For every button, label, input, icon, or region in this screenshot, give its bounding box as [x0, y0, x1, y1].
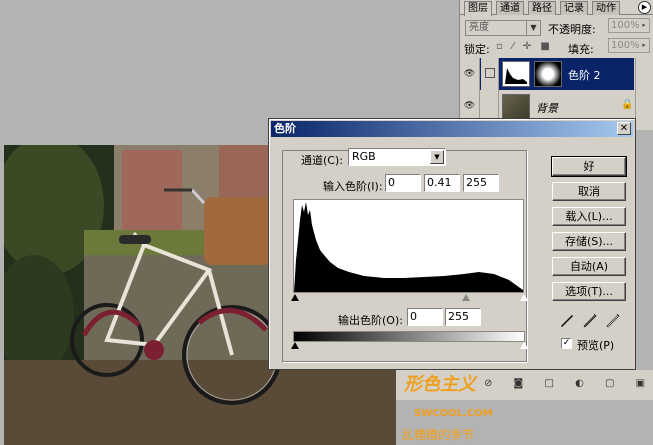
layer-mask-thumbnail [534, 61, 562, 87]
background-thumbnail [502, 94, 530, 120]
layer-name: 色阶 2 [568, 69, 601, 82]
input-gamma-value: 0.41 [427, 176, 452, 189]
chevron-right-icon: ▸ [642, 21, 646, 29]
output-white-slider[interactable] [520, 342, 528, 349]
layer-name: 背景 [536, 102, 558, 115]
dialog-title: 色阶 [274, 122, 296, 135]
eye-icon[interactable]: 👁 [460, 58, 480, 90]
layer-row-levels[interactable]: 👁 色阶 2 [460, 58, 634, 90]
output-black-slider[interactable] [291, 342, 299, 349]
tab-actions[interactable]: 动作 [592, 1, 620, 15]
opacity-value: 100% [611, 20, 640, 31]
input-black-field[interactable]: 0 [385, 174, 421, 192]
watermark-slogan: 乱糟糟的季节 [402, 428, 475, 442]
dialog-title-bar[interactable]: 色阶 ✕ [271, 121, 633, 137]
palette-menu-icon[interactable]: ▶ [638, 1, 651, 14]
blend-row: 亮度 ▼ 不透明度: 100% ▸ [460, 18, 653, 38]
chevron-right-icon: ▸ [642, 41, 646, 49]
lock-row: 锁定: ▫ ⁄ ✛ ■ 填充: 100% ▸ [460, 38, 653, 58]
histogram-icon [505, 68, 527, 84]
chevron-down-icon: ▼ [526, 21, 540, 35]
output-white-field[interactable]: 255 [445, 308, 481, 326]
tab-paths[interactable]: 路径 [528, 1, 556, 15]
input-levels-label: 输入色阶(I): [323, 180, 383, 193]
input-black-slider[interactable] [291, 294, 299, 301]
fill-value: 100% [611, 40, 640, 51]
fill-label: 填充: [568, 43, 594, 56]
ok-button[interactable]: 好 [551, 156, 627, 177]
tab-history[interactable]: 记录 [560, 1, 588, 15]
load-button[interactable]: 载入(L)... [552, 207, 626, 226]
output-levels-label: 输出色阶(O): [338, 314, 403, 327]
layer-link-box[interactable] [481, 58, 499, 90]
output-white-value: 255 [448, 310, 469, 323]
save-button[interactable]: 存储(S)... [552, 232, 626, 251]
input-white-slider[interactable] [520, 294, 528, 301]
input-gamma-field[interactable]: 0.41 [424, 174, 460, 192]
mask-link-icon [485, 68, 495, 78]
layers-scrollbar[interactable] [635, 58, 653, 130]
opacity-field[interactable]: 100% ▸ [608, 18, 650, 33]
input-gamma-slider[interactable] [462, 294, 470, 301]
watermark-site: SWCOOL.COM [414, 408, 493, 419]
chevron-down-icon: ▼ [430, 150, 444, 164]
lock-icon: 🔒 [621, 99, 634, 110]
preview-checkbox[interactable]: ✓ [561, 338, 572, 349]
channel-select[interactable]: RGB ▼ [348, 148, 446, 166]
black-eyedropper-icon[interactable] [560, 313, 574, 329]
channel-value: RGB [352, 150, 376, 163]
blend-mode-select[interactable]: 亮度 ▼ [465, 20, 541, 36]
gray-eyedropper-icon[interactable] [583, 313, 597, 329]
channel-label: 通道(C): [299, 152, 345, 168]
histogram [293, 199, 524, 293]
white-eyedropper-icon[interactable] [606, 313, 620, 329]
options-button[interactable]: 选项(T)... [552, 282, 626, 301]
levels-adjustment-thumbnail [502, 61, 530, 87]
layers-palette: 图层 通道 路径 记录 动作 ▶ 亮度 ▼ 不透明度: 100% ▸ 锁定: ▫… [459, 0, 653, 130]
output-gradient-bar [293, 331, 525, 342]
output-black-value: 0 [410, 310, 417, 323]
close-button[interactable]: ✕ [617, 122, 631, 135]
watermark-logo: 形色主义 [404, 374, 476, 395]
input-white-value: 255 [466, 176, 487, 189]
input-black-value: 0 [388, 176, 395, 189]
watermark: 形色主义 SWCOOL.COM 乱糟糟的季节 [400, 370, 510, 445]
lock-icons[interactable]: ▫ ⁄ ✛ ■ [496, 41, 553, 52]
input-white-field[interactable]: 255 [463, 174, 499, 192]
fill-field[interactable]: 100% ▸ [608, 38, 650, 53]
output-black-field[interactable]: 0 [407, 308, 443, 326]
opacity-label: 不透明度: [548, 23, 596, 36]
tab-layers[interactable]: 图层 [464, 1, 492, 16]
palette-tabs: 图层 通道 路径 记录 动作 ▶ [460, 0, 653, 16]
preview-label: 预览(P) [577, 339, 615, 352]
blend-mode-value: 亮度 [469, 22, 489, 33]
levels-dialog: 色阶 ✕ 通道(C): RGB ▼ 输入色阶(I): 0 0.41 255 输出… [268, 118, 636, 370]
auto-button[interactable]: 自动(A) [552, 257, 626, 276]
cancel-button[interactable]: 取消 [552, 182, 626, 201]
tab-channels[interactable]: 通道 [496, 1, 524, 15]
lock-label: 锁定: [464, 43, 490, 56]
histogram-graph [294, 202, 523, 292]
